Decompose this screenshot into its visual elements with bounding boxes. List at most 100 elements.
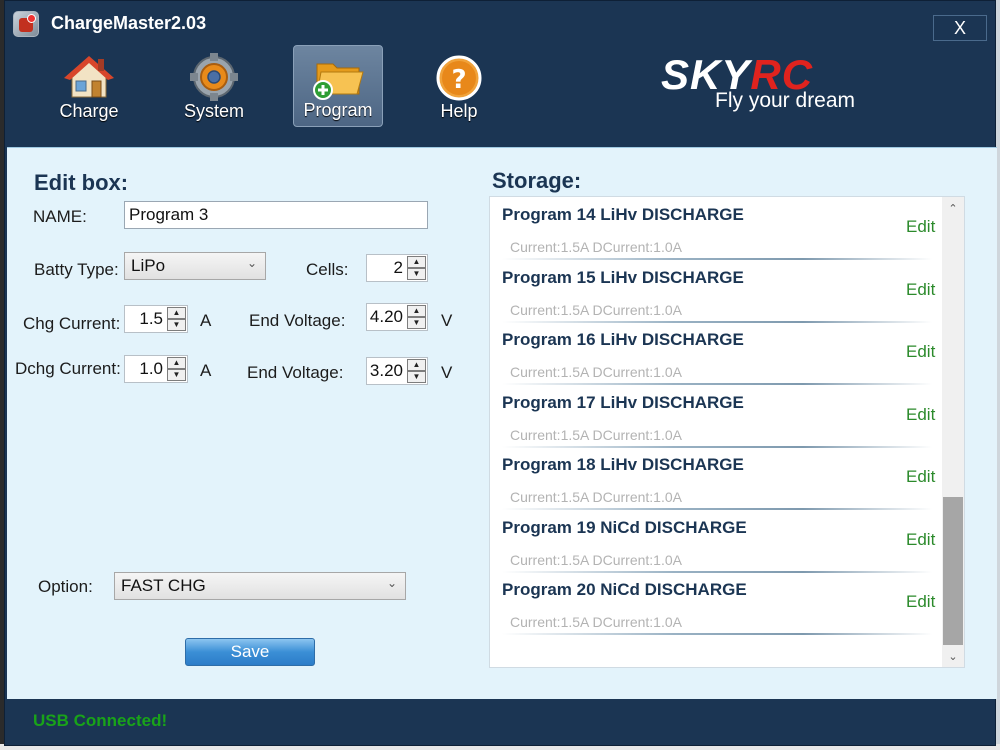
chg-current-increment-button[interactable]: ▲ bbox=[167, 307, 186, 319]
batty-type-value: LiPo bbox=[131, 256, 166, 275]
toolbar-system-button[interactable]: System bbox=[169, 45, 259, 127]
storage-item: Program 19 NiCd DISCHARGE Current:1.5A D… bbox=[490, 510, 942, 573]
storage-item-edit-link[interactable]: Edit bbox=[906, 467, 935, 487]
app-window: ChargeMaster2.03 X Charge System Program… bbox=[4, 0, 997, 746]
chg-current-value: 1.5 bbox=[139, 309, 163, 328]
storage-item-title: Program 20 NiCd DISCHARGE bbox=[502, 580, 747, 599]
dchg-current-arrows: ▲ ▼ bbox=[167, 357, 186, 381]
dchg-end-voltage-unit: V bbox=[441, 363, 453, 382]
option-label: Option: bbox=[38, 577, 93, 596]
toolbar-program-label: Program bbox=[303, 100, 373, 120]
window-title: ChargeMaster2.03 bbox=[51, 13, 207, 33]
cells-increment-button[interactable]: ▲ bbox=[407, 256, 426, 268]
name-input[interactable] bbox=[124, 201, 428, 229]
chg-current-unit: A bbox=[200, 311, 212, 330]
storage-item-edit-link[interactable]: Edit bbox=[906, 405, 935, 425]
dchg-current-unit: A bbox=[200, 361, 212, 380]
storage-item-title: Program 14 LiHv DISCHARGE bbox=[502, 205, 744, 224]
storage-item: Program 18 LiHv DISCHARGE Current:1.5A D… bbox=[490, 447, 942, 510]
cells-stepper-arrows: ▲ ▼ bbox=[407, 256, 426, 280]
scrollbar-thumb[interactable] bbox=[943, 497, 963, 645]
app-logo-icon bbox=[13, 11, 39, 37]
dchg-end-voltage-arrows: ▲ ▼ bbox=[407, 359, 426, 383]
chg-end-voltage-unit: V bbox=[441, 311, 453, 330]
dchg-end-voltage-stepper[interactable]: 3.20 ▲ ▼ bbox=[366, 357, 428, 385]
toolbar-program-button[interactable]: Program bbox=[293, 45, 383, 127]
svg-text:?: ? bbox=[451, 65, 466, 95]
storage-item-edit-link[interactable]: Edit bbox=[906, 530, 935, 550]
dchg-current-increment-button[interactable]: ▲ bbox=[167, 357, 186, 369]
storage-item-edit-link[interactable]: Edit bbox=[906, 217, 935, 237]
chevron-up-icon[interactable]: ⌃ bbox=[942, 199, 964, 219]
chg-end-voltage-stepper[interactable]: 4.20 ▲ ▼ bbox=[366, 303, 428, 331]
chg-end-voltage-value: 4.20 bbox=[369, 307, 403, 326]
storage-item: Program 20 NiCd DISCHARGE Current:1.5A D… bbox=[490, 572, 942, 635]
storage-item: Program 16 LiHv DISCHARGE Current:1.5A D… bbox=[490, 322, 942, 385]
cells-stepper[interactable]: 2 ▲ ▼ bbox=[366, 254, 428, 282]
storage-item: Program 15 LiHv DISCHARGE Current:1.5A D… bbox=[490, 260, 942, 323]
batty-type-label: Batty Type: bbox=[34, 260, 119, 279]
storage-item-subtitle: Current:1.5A DCurrent:1.0A bbox=[510, 302, 682, 318]
dchg-end-voltage-label: End Voltage: bbox=[247, 363, 344, 382]
chevron-down-icon: ⌄ bbox=[386, 576, 397, 590]
toolbar-help-button[interactable]: ? Help bbox=[414, 45, 504, 127]
toolbar-help-label: Help bbox=[440, 101, 478, 121]
gear-icon bbox=[190, 53, 238, 101]
chg-current-stepper[interactable]: 1.5 ▲ ▼ bbox=[124, 305, 188, 333]
logo-tagline: Fly your dream bbox=[715, 89, 856, 112]
cells-decrement-button[interactable]: ▼ bbox=[407, 268, 426, 280]
name-label: NAME: bbox=[33, 207, 87, 226]
storage-item-subtitle: Current:1.5A DCurrent:1.0A bbox=[510, 614, 682, 630]
chg-end-voltage-label: End Voltage: bbox=[249, 311, 346, 330]
chg-end-voltage-decrement-button[interactable]: ▼ bbox=[407, 317, 426, 329]
storage-item-title: Program 19 NiCd DISCHARGE bbox=[502, 518, 747, 537]
content-panel: Edit box: NAME: Batty Type: LiPo ⌄ Cells… bbox=[7, 147, 997, 699]
folder-add-icon bbox=[313, 63, 364, 100]
toolbar-system-label: System bbox=[183, 101, 244, 121]
house-icon bbox=[64, 56, 114, 98]
chevron-down-icon[interactable]: ⌄ bbox=[942, 647, 964, 667]
usb-status-text: USB Connected! bbox=[33, 711, 168, 730]
storage-item-subtitle: Current:1.5A DCurrent:1.0A bbox=[510, 239, 682, 255]
chg-current-label: Chg Current: bbox=[23, 314, 121, 333]
dchg-current-label: Dchg Current: bbox=[15, 359, 121, 378]
edit-box-title: Edit box: bbox=[34, 170, 129, 195]
title-bar: ChargeMaster2.03 X bbox=[5, 1, 997, 45]
save-button[interactable]: Save bbox=[185, 638, 315, 666]
cells-value: 2 bbox=[393, 258, 403, 277]
storage-item-title: Program 16 LiHv DISCHARGE bbox=[502, 330, 744, 349]
storage-item-edit-link[interactable]: Edit bbox=[906, 592, 935, 612]
dchg-end-voltage-increment-button[interactable]: ▲ bbox=[407, 359, 426, 371]
batty-type-select[interactable]: LiPo ⌄ bbox=[124, 252, 266, 280]
close-button[interactable]: X bbox=[933, 15, 987, 41]
dchg-current-decrement-button[interactable]: ▼ bbox=[167, 369, 186, 381]
cells-label: Cells: bbox=[306, 260, 349, 279]
chevron-down-icon: ⌄ bbox=[246, 256, 257, 270]
chg-end-voltage-arrows: ▲ ▼ bbox=[407, 305, 426, 329]
help-icon: ? bbox=[436, 55, 482, 101]
storage-item-subtitle: Current:1.5A DCurrent:1.0A bbox=[510, 427, 682, 443]
storage-item-edit-link[interactable]: Edit bbox=[906, 280, 935, 300]
option-select[interactable]: FAST CHG ⌄ bbox=[114, 572, 406, 600]
dchg-current-stepper[interactable]: 1.0 ▲ ▼ bbox=[124, 355, 188, 383]
storage-item-title: Program 17 LiHv DISCHARGE bbox=[502, 393, 744, 412]
storage-item-edit-link[interactable]: Edit bbox=[906, 342, 935, 362]
chg-current-decrement-button[interactable]: ▼ bbox=[167, 319, 186, 331]
dchg-end-voltage-value: 3.20 bbox=[369, 361, 403, 380]
chg-current-arrows: ▲ ▼ bbox=[167, 307, 186, 331]
storage-item-title: Program 15 LiHv DISCHARGE bbox=[502, 268, 744, 287]
chg-end-voltage-increment-button[interactable]: ▲ bbox=[407, 305, 426, 317]
storage-item: Program 14 LiHv DISCHARGE Current:1.5A D… bbox=[490, 197, 942, 260]
option-value: FAST CHG bbox=[121, 576, 206, 595]
storage-list-box: Program 14 LiHv DISCHARGE Current:1.5A D… bbox=[489, 196, 965, 668]
storage-item: Program 17 LiHv DISCHARGE Current:1.5A D… bbox=[490, 385, 942, 448]
storage-item-title: Program 18 LiHv DISCHARGE bbox=[502, 455, 744, 474]
storage-item-subtitle: Current:1.5A DCurrent:1.0A bbox=[510, 552, 682, 568]
toolbar-charge-button[interactable]: Charge bbox=[44, 45, 134, 127]
toolbar-charge-label: Charge bbox=[59, 101, 119, 121]
dchg-current-value: 1.0 bbox=[139, 359, 163, 378]
dchg-end-voltage-decrement-button[interactable]: ▼ bbox=[407, 371, 426, 383]
storage-item-subtitle: Current:1.5A DCurrent:1.0A bbox=[510, 489, 682, 505]
storage-scrollbar[interactable]: ⌃ ⌄ bbox=[942, 197, 964, 667]
storage-item-subtitle: Current:1.5A DCurrent:1.0A bbox=[510, 364, 682, 380]
